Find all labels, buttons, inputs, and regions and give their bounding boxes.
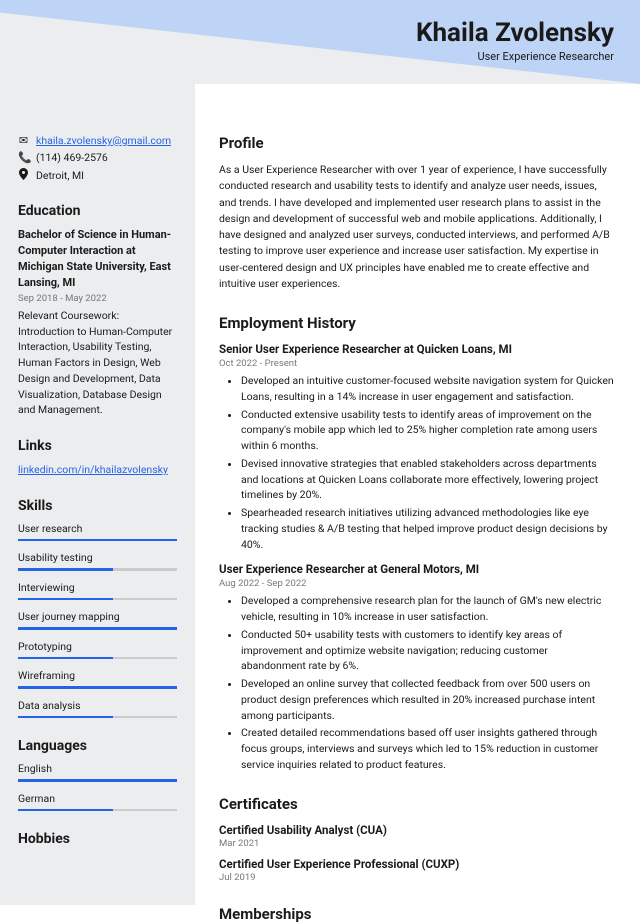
header-banner: Khaila Zvolensky User Experience Researc… (0, 0, 640, 84)
links-heading: Links (18, 438, 177, 454)
job-bullet: Developed an intuitive customer-focused … (241, 373, 614, 405)
skill-name: User journey mapping (18, 610, 177, 623)
job-bullets: Developed a comprehensive research plan … (219, 593, 614, 772)
email-icon: ✉ (18, 134, 29, 147)
skill-name: Prototyping (18, 640, 177, 653)
skill-name: Wireframing (18, 669, 177, 682)
hobbies-heading: Hobbies (18, 831, 177, 847)
language-bar (18, 809, 177, 812)
job-bullets: Developed an intuitive customer-focused … (219, 373, 614, 552)
education-dates: Sep 2018 - May 2022 (18, 293, 177, 304)
certificate-date: Jul 2019 (219, 872, 614, 883)
job-dates: Oct 2022 - Present (219, 358, 614, 369)
person-name: Khaila Zvolensky (416, 18, 614, 48)
skill-item: Wireframing (18, 669, 177, 689)
main-content: Profile As a User Experience Researcher … (195, 84, 640, 905)
skill-bar (18, 568, 177, 571)
location-icon (18, 168, 29, 183)
skill-bar (18, 686, 177, 689)
education-body: Relevant Coursework: Introduction to Hum… (18, 308, 177, 418)
education-degree: Bachelor of Science in Human-Computer In… (18, 227, 177, 291)
memberships-heading: Memberships (219, 905, 614, 923)
certificate-title: Certified Usability Analyst (CUA) (219, 823, 614, 837)
skill-bar (18, 539, 177, 542)
job-entry: User Experience Researcher at General Mo… (219, 562, 614, 772)
phone-icon: 📞 (18, 151, 29, 164)
contact-phone: (114) 469-2576 (36, 151, 108, 164)
job-bullet: Created detailed recommendations based o… (241, 725, 614, 772)
skill-item: Usability testing (18, 551, 177, 571)
skill-item: Prototyping (18, 640, 177, 660)
skill-bar (18, 716, 177, 719)
job-entry: Senior User Experience Researcher at Qui… (219, 342, 614, 552)
skill-item: Data analysis (18, 699, 177, 719)
contact-phone-row: 📞 (114) 469-2576 (18, 151, 177, 164)
contact-email[interactable]: khaila.zvolensky@gmail.com (36, 134, 171, 147)
job-title: User Experience Researcher at General Mo… (219, 562, 614, 576)
skill-item: User research (18, 522, 177, 542)
profile-text: As a User Experience Researcher with ove… (219, 162, 614, 292)
contact-location-row: Detroit, MI (18, 168, 177, 183)
job-bullet: Developed a comprehensive research plan … (241, 593, 614, 625)
job-title: Senior User Experience Researcher at Qui… (219, 342, 614, 356)
sidebar: ✉ khaila.zvolensky@gmail.com 📞 (114) 469… (0, 84, 195, 905)
employment-heading: Employment History (219, 314, 614, 332)
job-bullet: Devised innovative strategies that enabl… (241, 456, 614, 503)
linkedin-link[interactable]: linkedin.com/in/khailazvolensky (18, 463, 168, 476)
skill-name: Data analysis (18, 699, 177, 712)
contact-email-row: ✉ khaila.zvolensky@gmail.com (18, 134, 177, 147)
contact-location: Detroit, MI (36, 169, 84, 182)
certificate-title: Certified User Experience Professional (… (219, 857, 614, 871)
job-bullet: Conducted extensive usability tests to i… (241, 407, 614, 454)
skill-name: Usability testing (18, 551, 177, 564)
skills-heading: Skills (18, 498, 177, 514)
language-item: English (18, 762, 177, 782)
job-bullet: Spearheaded research initiatives utilizi… (241, 505, 614, 552)
skill-item: Interviewing (18, 581, 177, 601)
job-bullet: Conducted 50+ usability tests with custo… (241, 627, 614, 674)
language-bar (18, 779, 177, 782)
skill-name: User research (18, 522, 177, 535)
skill-bar (18, 627, 177, 630)
skill-bar (18, 657, 177, 660)
languages-heading: Languages (18, 738, 177, 754)
certificate-entry: Certified User Experience Professional (… (219, 857, 614, 883)
language-name: English (18, 762, 177, 775)
education-heading: Education (18, 203, 177, 219)
person-title: User Experience Researcher (416, 50, 614, 63)
certificate-date: Mar 2021 (219, 838, 614, 849)
job-dates: Aug 2022 - Sep 2022 (219, 578, 614, 589)
skill-item: User journey mapping (18, 610, 177, 630)
skill-bar (18, 598, 177, 601)
certificate-entry: Certified Usability Analyst (CUA)Mar 202… (219, 823, 614, 849)
language-item: German (18, 792, 177, 812)
job-bullet: Developed an online survey that collecte… (241, 676, 614, 723)
profile-heading: Profile (219, 134, 614, 152)
skill-name: Interviewing (18, 581, 177, 594)
certificates-heading: Certificates (219, 795, 614, 813)
language-name: German (18, 792, 177, 805)
